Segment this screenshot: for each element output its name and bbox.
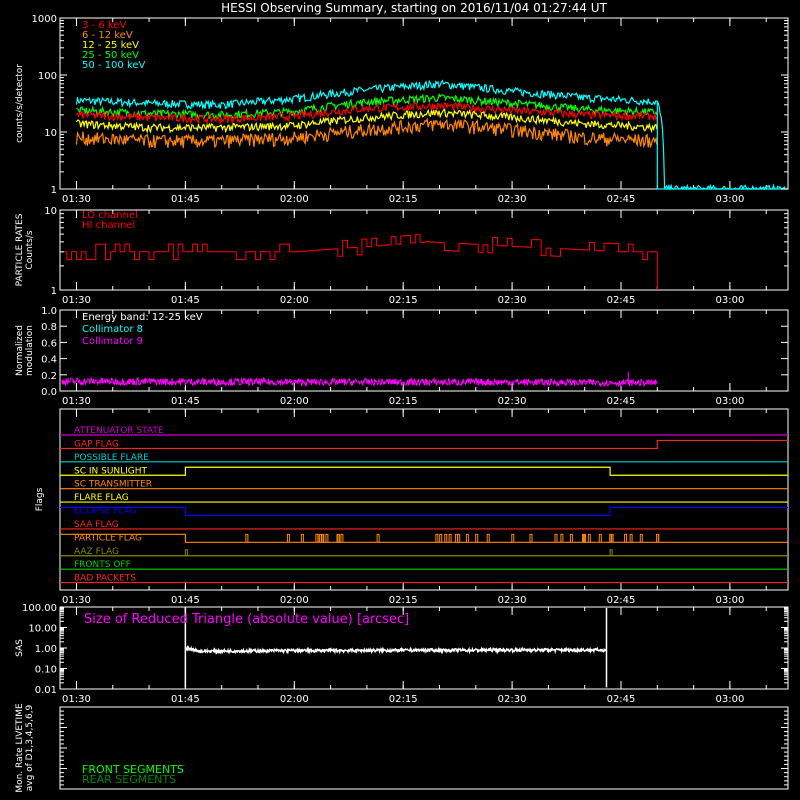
x-tick-label: 02:00 bbox=[280, 396, 309, 407]
x-tick-label: 02:30 bbox=[498, 194, 527, 205]
legend-rear-segments: REAR SEGMENTS bbox=[82, 773, 176, 786]
panel-frame-1 bbox=[59, 209, 789, 291]
summary-figure: HESSI Observing Summary, starting on 201… bbox=[15, 1, 789, 793]
y-tick-label: 1 bbox=[51, 286, 57, 297]
flag-line-sc-in-sunlight bbox=[60, 466, 788, 476]
x-tick-label: 02:45 bbox=[607, 194, 636, 205]
x-tick-label: 01:30 bbox=[62, 396, 91, 407]
y-tick-label: 10 bbox=[44, 206, 57, 217]
x-tick-label: 02:15 bbox=[389, 194, 418, 205]
y-axis-label: counts/s/detector bbox=[15, 64, 25, 143]
y-axis-label: Flags bbox=[35, 487, 45, 511]
panel-frame-3 bbox=[59, 408, 789, 591]
x-tick-label: 01:45 bbox=[171, 595, 200, 606]
series-line-6-12kev bbox=[75, 117, 658, 149]
x-tick-label: 01:45 bbox=[171, 694, 200, 705]
series-drop-50-100 bbox=[656, 101, 788, 190]
series-line-collimator-9 bbox=[61, 376, 658, 388]
legend-hi-channel: HI channel bbox=[82, 220, 135, 231]
y-tick-label: 1000 bbox=[32, 14, 57, 25]
x-tick-label: 01:45 bbox=[171, 396, 200, 407]
y-tick-label: 0.6 bbox=[41, 338, 57, 349]
aaz-flag-pulse bbox=[609, 549, 613, 556]
x-tick-label: 02:00 bbox=[280, 595, 309, 606]
x-tick-label: 02:15 bbox=[389, 295, 418, 306]
x-tick-label: 01:30 bbox=[62, 295, 91, 306]
x-tick-label: 02:15 bbox=[389, 595, 418, 606]
x-tick-label: 02:00 bbox=[280, 194, 309, 205]
y-tick-label: 0.8 bbox=[41, 322, 57, 333]
x-tick-label: 02:30 bbox=[498, 595, 527, 606]
x-tick-label: 02:30 bbox=[498, 694, 527, 705]
x-tick-label: 03:00 bbox=[716, 694, 745, 705]
y-tick-label: 100 bbox=[38, 71, 57, 82]
y-axis-label: PARTICLE RATES bbox=[15, 213, 25, 286]
x-tick-label: 02:00 bbox=[280, 295, 309, 306]
x-tick-label: 02:45 bbox=[607, 295, 636, 306]
y-tick-label: 0.10 bbox=[35, 665, 57, 676]
y-tick-label: 0.4 bbox=[41, 355, 57, 366]
legend-collimator-9: Collimator 9 bbox=[82, 336, 143, 347]
x-tick-label: 01:30 bbox=[62, 194, 91, 205]
legend-collimator-8: Collimator 8 bbox=[82, 324, 143, 335]
y-axis-label-2: modulation bbox=[25, 325, 35, 376]
y-tick-label: 1.0 bbox=[41, 306, 57, 317]
particle-flag-pulses bbox=[245, 533, 660, 543]
y-axis-label: Mon. Rate LIVETIME bbox=[15, 703, 25, 793]
x-tick-label: 03:00 bbox=[716, 595, 745, 606]
y-tick-label: 1.00 bbox=[35, 644, 57, 655]
y-axis-label: SAS bbox=[15, 639, 25, 657]
y-tick-label: 0.2 bbox=[41, 371, 57, 382]
y-tick-label: 10 bbox=[44, 128, 57, 139]
y-axis-label-2: avg of D1,3,4,5,6,9 bbox=[25, 704, 35, 791]
x-tick-label: 02:30 bbox=[498, 396, 527, 407]
y-tick-label: 0.0 bbox=[41, 387, 57, 398]
x-tick-label: 03:00 bbox=[716, 396, 745, 407]
y-tick-label: 10.00 bbox=[28, 624, 57, 635]
x-tick-label: 03:00 bbox=[716, 194, 745, 205]
y-axis-label: Normalized bbox=[15, 325, 25, 376]
x-tick-label: 02:45 bbox=[607, 595, 636, 606]
y-tick-label: 0.01 bbox=[35, 685, 57, 696]
y-tick-label: 1 bbox=[51, 185, 57, 196]
series-line-sas bbox=[184, 644, 608, 655]
x-tick-label: 01:45 bbox=[171, 295, 200, 306]
series-line-lo-channel bbox=[61, 234, 658, 290]
sas-annotation: Size of Reduced Triangle (absolute value… bbox=[84, 612, 409, 627]
flag-line-particle-flag bbox=[60, 533, 788, 543]
x-tick-label: 02:00 bbox=[280, 694, 309, 705]
chart-title: HESSI Observing Summary, starting on 201… bbox=[221, 1, 607, 15]
y-tick-label: 100.00 bbox=[22, 603, 57, 614]
aaz-flag-pulse bbox=[184, 549, 188, 556]
x-tick-label: 02:15 bbox=[389, 694, 418, 705]
x-tick-label: 02:45 bbox=[607, 396, 636, 407]
legend-50---100-kev: 50 - 100 keV bbox=[82, 60, 146, 71]
flag-line-eclipse-flag bbox=[60, 506, 788, 517]
x-tick-label: 02:15 bbox=[389, 396, 418, 407]
y-axis-label-2: Counts/s bbox=[25, 230, 35, 269]
x-tick-label: 01:30 bbox=[62, 694, 91, 705]
flag-line-gap-flag bbox=[60, 439, 788, 450]
x-tick-label: 02:30 bbox=[498, 295, 527, 306]
x-tick-label: 03:00 bbox=[716, 295, 745, 306]
panels: 01:30 01:45 02:00 02:15 02:30 02:45 03:0011010… bbox=[15, 14, 789, 793]
x-tick-label: 01:45 bbox=[171, 194, 200, 205]
x-tick-label: 01:30 bbox=[62, 595, 91, 606]
energy-band-annotation: Energy band: 12-25 keV bbox=[82, 312, 203, 323]
x-tick-label: 02:45 bbox=[607, 694, 636, 705]
